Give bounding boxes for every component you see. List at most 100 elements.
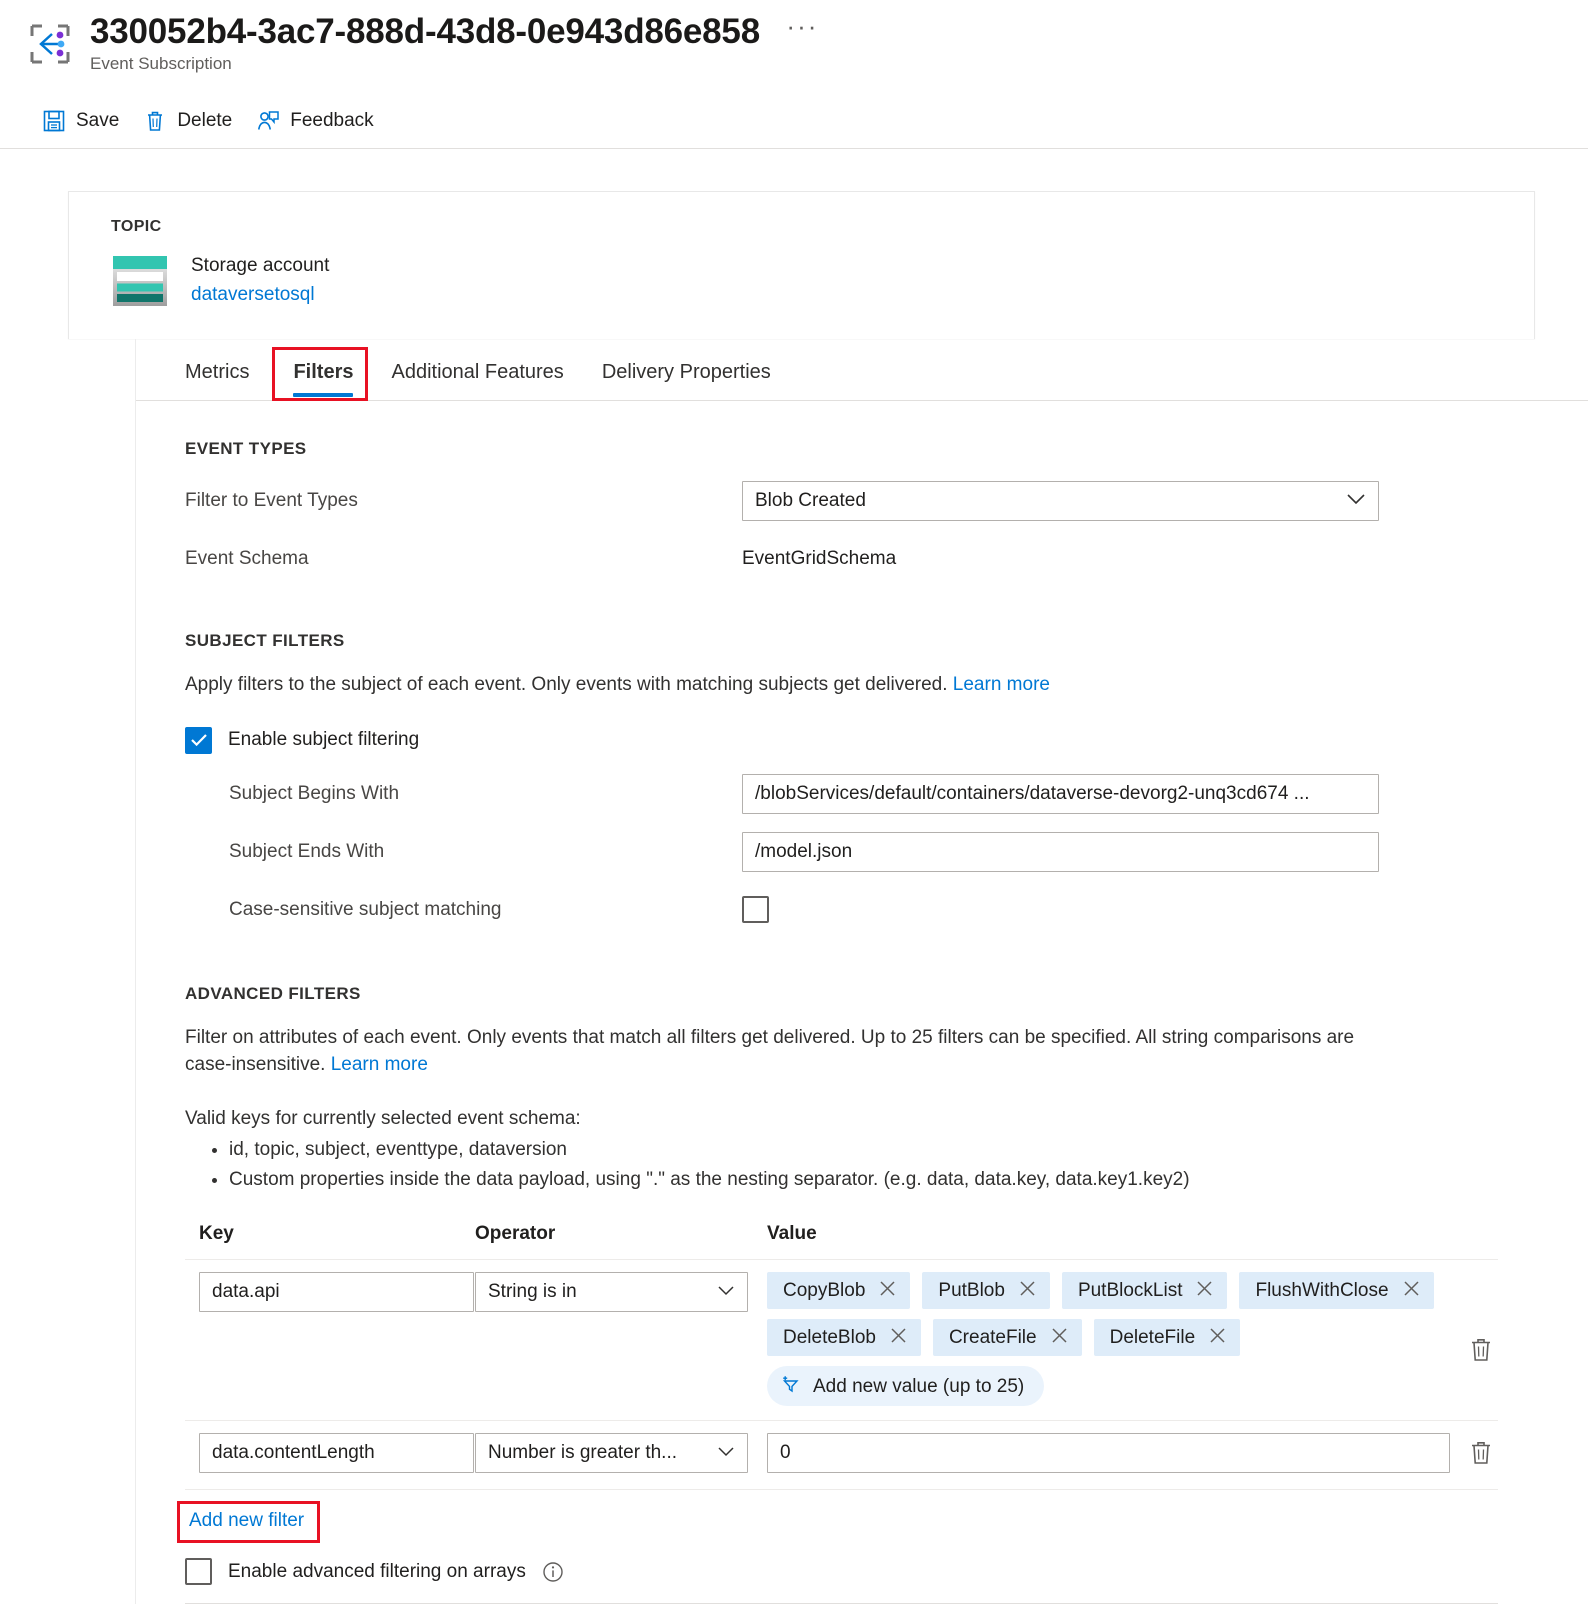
- value-chip: DeleteFile: [1093, 1319, 1241, 1357]
- remove-value-icon[interactable]: [1051, 1327, 1068, 1348]
- event-subscription-page: 330052b4-3ac7-888d-43d8-0e943d86e858 ···…: [0, 0, 1588, 1622]
- filter-value-input-1[interactable]: [767, 1433, 1450, 1474]
- save-button-label: Save: [76, 110, 120, 131]
- enable-array-filtering-checkbox[interactable]: [185, 1558, 212, 1586]
- add-new-filter-wrapper: Add new filter: [177, 1501, 321, 1544]
- filter-event-types-dropdown[interactable]: [742, 481, 1379, 521]
- value-chip-label: PutBlob: [938, 1280, 1005, 1302]
- add-new-value-button[interactable]: Add new value (up to 25): [767, 1366, 1045, 1407]
- advanced-filters-section: ADVANCED FILTERS Filter on attributes of…: [136, 934, 1588, 1605]
- event-schema-label: Event Schema: [185, 548, 309, 569]
- subject-begins-with-label: Subject Begins With: [229, 782, 400, 804]
- subject-ends-with-label: Subject Ends With: [229, 840, 385, 862]
- tab-filters[interactable]: Filters: [274, 361, 372, 400]
- valid-keys-intro: Valid keys for currently selected event …: [185, 1107, 581, 1129]
- topic-resource-type: Storage account: [191, 255, 330, 276]
- case-sensitive-matching-checkbox[interactable]: [742, 896, 769, 924]
- delete-button[interactable]: Delete: [137, 103, 250, 139]
- filter-event-types-label: Filter to Event Types: [185, 490, 358, 511]
- remove-value-icon[interactable]: [1196, 1280, 1213, 1301]
- subject-begins-with-input[interactable]: [742, 773, 1379, 814]
- delete-button-label: Delete: [177, 110, 233, 131]
- tab-delivery-properties[interactable]: Delivery Properties: [583, 361, 790, 400]
- filter-value-chips-0: CopyBlob PutBlob PutBlockList FlushWithC…: [767, 1272, 1450, 1407]
- remove-value-icon[interactable]: [879, 1280, 896, 1301]
- value-chip-label: CopyBlob: [783, 1280, 866, 1302]
- storage-account-icon: [111, 254, 169, 308]
- add-filter-icon: [781, 1374, 801, 1398]
- table-row: [185, 1421, 1498, 1491]
- enable-subject-filtering-label: Enable subject filtering: [228, 729, 420, 751]
- filter-operator-dropdown-0[interactable]: [475, 1272, 748, 1313]
- feedback-button[interactable]: Feedback: [250, 103, 391, 139]
- add-new-filter-link[interactable]: Add new filter: [185, 1508, 308, 1534]
- page-subtitle: Event Subscription: [90, 54, 232, 74]
- delete-filter-row-button-0[interactable]: [1464, 1330, 1498, 1372]
- remove-value-icon[interactable]: [1403, 1280, 1420, 1301]
- filter-operator-value-0[interactable]: [475, 1272, 748, 1313]
- column-header-operator: Operator: [475, 1223, 556, 1245]
- case-sensitive-matching-label: Case-sensitive subject matching: [229, 898, 502, 920]
- value-chip: PutBlockList: [1061, 1272, 1228, 1310]
- more-options-button[interactable]: ···: [786, 11, 818, 42]
- trash-icon: [143, 109, 167, 133]
- table-row: CopyBlob PutBlob PutBlockL: [185, 1260, 1498, 1422]
- trash-icon: [1468, 1336, 1494, 1366]
- topic-card-wrapper: TOPIC Storage account dataversetosql: [0, 149, 1588, 339]
- remove-value-icon[interactable]: [1209, 1327, 1226, 1348]
- valid-keys-list: id, topic, subject, eventtype, dataversi…: [185, 1136, 1498, 1193]
- info-icon[interactable]: [542, 1561, 564, 1583]
- trash-icon: [1468, 1439, 1494, 1469]
- subject-filters-section: SUBJECT FILTERS Apply filters to the sub…: [136, 583, 1588, 934]
- tab-additional-features[interactable]: Additional Features: [372, 361, 582, 400]
- value-chip-label: PutBlockList: [1077, 1280, 1183, 1302]
- command-bar: Save Delete Feedback: [0, 96, 1588, 142]
- subject-filters-learn-more-link[interactable]: Learn more: [953, 674, 1050, 695]
- filter-operator-dropdown-1[interactable]: [475, 1433, 748, 1474]
- remove-value-icon[interactable]: [1019, 1280, 1036, 1301]
- value-chip-label: DeleteFile: [1109, 1327, 1196, 1349]
- save-button[interactable]: Save: [36, 103, 137, 139]
- remove-value-icon[interactable]: [890, 1327, 907, 1348]
- value-chip-label: FlushWithClose: [1255, 1280, 1389, 1302]
- list-item: id, topic, subject, eventtype, dataversi…: [229, 1136, 1498, 1164]
- value-chip: CreateFile: [932, 1319, 1082, 1357]
- enable-subject-filtering-checkbox[interactable]: [185, 726, 212, 754]
- tab-metrics[interactable]: Metrics: [185, 361, 268, 400]
- value-chip: CopyBlob: [767, 1272, 911, 1310]
- column-header-value: Value: [767, 1223, 817, 1245]
- add-new-value-label: Add new value (up to 25): [813, 1375, 1025, 1397]
- content-panel: Metrics Filters Additional Features Deli…: [135, 339, 1588, 1605]
- value-chip-label: CreateFile: [948, 1327, 1037, 1349]
- value-chip: DeleteBlob: [767, 1319, 921, 1357]
- bottom-divider: [185, 1603, 1498, 1605]
- feedback-button-label: Feedback: [290, 110, 374, 131]
- event-subscription-icon: [28, 22, 72, 66]
- topic-resource-link[interactable]: dataversetosql: [191, 281, 315, 310]
- filter-operator-value-1[interactable]: [475, 1433, 748, 1474]
- advanced-filters-table-header: Key Operator Value: [185, 1223, 1498, 1261]
- list-item: Custom properties inside the data payloa…: [229, 1166, 1498, 1194]
- advanced-filters-heading: ADVANCED FILTERS: [185, 983, 361, 1003]
- event-schema-value: EventGridSchema: [742, 548, 897, 569]
- delete-filter-row-button-1[interactable]: [1464, 1433, 1498, 1475]
- topic-card: TOPIC Storage account dataversetosql: [68, 191, 1535, 339]
- enable-array-filtering-label: Enable advanced filtering on arrays: [228, 1560, 526, 1582]
- page-header: 330052b4-3ac7-888d-43d8-0e943d86e858 ···…: [0, 0, 1588, 96]
- tab-bar: Metrics Filters Additional Features Deli…: [136, 339, 1588, 401]
- filter-key-input-0[interactable]: [199, 1272, 474, 1313]
- subject-filters-description: Apply filters to the subject of each eve…: [185, 674, 948, 695]
- filter-event-types-value[interactable]: [742, 481, 1379, 521]
- topic-card-label: TOPIC: [111, 218, 162, 235]
- save-icon: [42, 109, 66, 133]
- value-chip-label: DeleteBlob: [783, 1327, 876, 1349]
- check-icon: [190, 734, 207, 747]
- subject-filters-heading: SUBJECT FILTERS: [185, 631, 345, 650]
- advanced-filters-learn-more-link[interactable]: Learn more: [331, 1054, 428, 1075]
- value-chip: PutBlob: [922, 1272, 1050, 1310]
- subject-ends-with-input[interactable]: [742, 831, 1379, 872]
- value-chip: FlushWithClose: [1239, 1272, 1434, 1310]
- filter-key-input-1[interactable]: [199, 1433, 474, 1474]
- event-types-section: EVENT TYPES Filter to Event Types Event …: [136, 401, 1588, 583]
- feedback-person-icon: [256, 109, 280, 133]
